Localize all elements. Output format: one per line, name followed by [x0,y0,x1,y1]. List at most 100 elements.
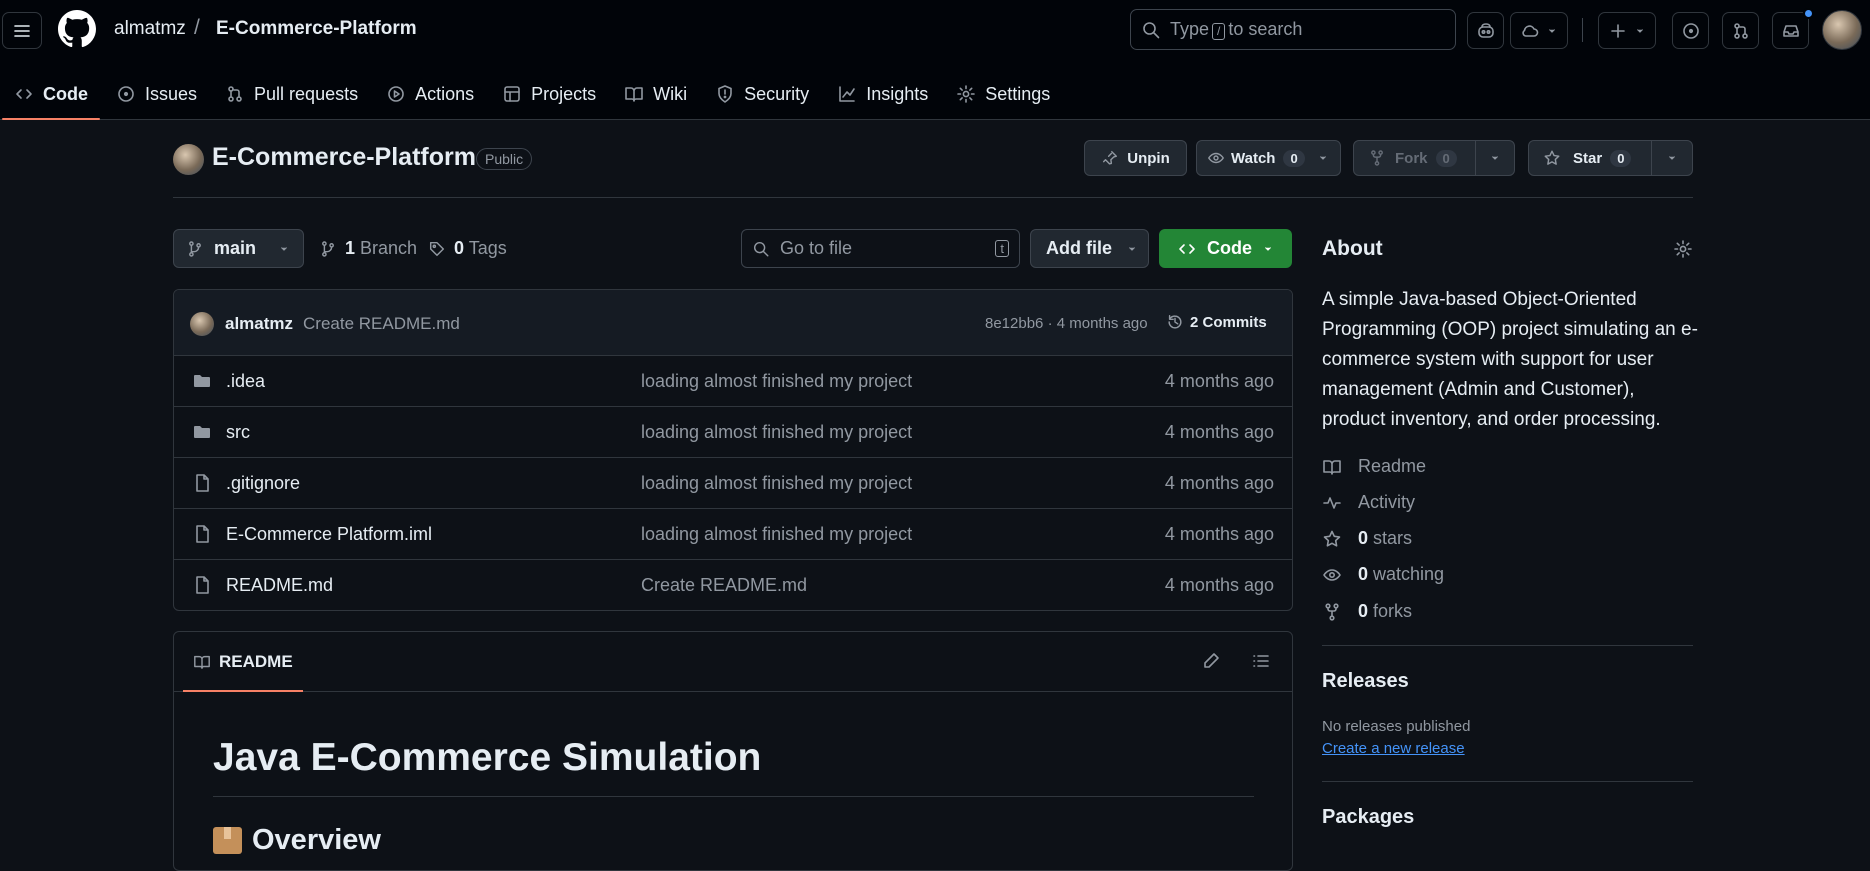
commit-count: 2 Commits [1190,313,1267,331]
file-commit-message[interactable]: loading almost finished my project [641,524,912,545]
watching-link[interactable]: 0 watching [1322,564,1444,585]
star-button[interactable]: Star 0 [1528,140,1652,176]
tab-issues-label: Issues [145,83,198,104]
tab-code[interactable]: Code [0,68,102,120]
copilot-button[interactable] [1467,12,1504,49]
go-to-file-input[interactable]: Go to file t [741,229,1020,268]
folder-icon [194,375,210,387]
tags-link[interactable]: 0 Tags [428,238,507,259]
repo-title[interactable]: E-Commerce-Platform [212,143,476,172]
tab-projects[interactable]: Projects [488,68,610,120]
about-title: About [1322,237,1383,260]
file-commit-message[interactable]: Create README.md [641,575,807,596]
file-age: 4 months ago [1164,473,1274,493]
stars-link[interactable]: 0 stars [1322,528,1412,549]
global-search-input[interactable]: Type / to search [1130,9,1456,50]
readme-link[interactable]: Readme [1322,456,1426,477]
tag-label: Tags [468,238,507,258]
gear-icon[interactable] [1673,239,1693,259]
github-logo[interactable] [58,10,96,48]
table-row[interactable]: README.md Create README.md 4 months ago [174,560,1292,610]
fork-icon [1371,150,1383,166]
file-name[interactable]: src [226,422,250,443]
file-name[interactable]: README.md [226,575,333,596]
chevron-down-icon [1265,246,1271,251]
code-button-label: Code [1207,238,1252,258]
issues-button[interactable] [1672,12,1709,49]
star-label: Star [1573,149,1603,167]
tab-pull-requests[interactable]: Pull requests [211,68,372,120]
graph-icon [839,86,855,102]
tab-settings[interactable]: Settings [942,68,1064,120]
commit-hash-time[interactable]: 8e12bb6 · 4 months ago [985,315,1148,332]
commits-link[interactable]: 2 Commits [1166,312,1267,332]
tab-actions[interactable]: Actions [372,68,488,120]
tab-readme[interactable]: README [183,632,303,692]
fork-dropdown[interactable] [1475,140,1515,176]
list-icon[interactable] [1251,651,1271,671]
unpin-button[interactable]: Unpin [1084,140,1187,176]
file-age: 4 months ago [1164,575,1274,595]
file-commit-message[interactable]: loading almost finished my project [641,422,912,443]
branches-link[interactable]: 1 Branch [319,238,417,259]
tab-code-label: Code [43,83,88,104]
breadcrumb-repo[interactable]: E-Commerce-Platform [216,18,417,40]
file-age: 4 months ago [1164,371,1274,391]
search-icon [753,241,769,256]
shield-icon [718,85,732,103]
table-row[interactable]: E-Commerce Platform.iml loading almost f… [174,509,1292,560]
chevron-down-icon [1637,28,1643,33]
commit-author-avatar[interactable] [190,312,214,336]
table-row[interactable]: .gitignore loading almost finished my pr… [174,458,1292,509]
chevron-down-icon [1129,246,1135,251]
table-row[interactable]: .idea loading almost finished my project… [174,356,1292,407]
file-name[interactable]: .idea [226,371,265,392]
activity-link[interactable]: Activity [1322,492,1415,513]
search-text-pre: Type [1170,19,1210,39]
play-icon [388,86,404,102]
header-divider [1582,18,1583,42]
pencil-icon[interactable] [1201,651,1221,671]
create-new-dropdown[interactable] [1598,12,1656,49]
tab-security[interactable]: Security [701,68,823,120]
repo-owner-avatar[interactable] [173,144,204,175]
star-list-dropdown[interactable] [1651,140,1693,176]
file-name[interactable]: E-Commerce Platform.iml [226,524,432,545]
repo-header: E-Commerce-Platform Public Unpin Watch 0… [173,140,1693,198]
add-file-button[interactable]: Add file [1030,229,1149,268]
tab-actions-label: Actions [415,83,475,104]
table-row[interactable]: src loading almost finished my project 4… [174,407,1292,458]
tab-security-label: Security [744,83,810,104]
sidebar-divider [1322,645,1693,646]
packages-title[interactable]: Packages [1322,806,1414,829]
fork-label: Fork [1395,149,1428,167]
menu-button[interactable] [2,12,42,49]
pull-requests-button[interactable] [1722,12,1759,49]
tab-issues[interactable]: Issues [102,68,211,120]
releases-title[interactable]: Releases [1322,670,1409,693]
code-button[interactable]: Code [1159,229,1292,268]
branch-label: Branch [360,238,418,258]
file-age: 4 months ago [1164,524,1274,544]
watch-button[interactable]: Watch 0 [1196,140,1341,176]
create-release-link[interactable]: Create a new release [1322,740,1465,757]
commit-author[interactable]: almatmz [225,314,293,334]
inbox-button[interactable] [1772,12,1809,49]
tab-settings-label: Settings [985,83,1051,104]
tab-insights-label: Insights [866,83,929,104]
file-commit-message[interactable]: loading almost finished my project [641,371,912,392]
forks-link[interactable]: 0 forks [1322,601,1412,622]
file-commit-message[interactable]: loading almost finished my project [641,473,912,494]
tab-wiki[interactable]: Wiki [610,68,701,120]
tab-insights[interactable]: Insights [823,68,942,120]
branch-selector[interactable]: main [173,229,304,268]
file-name[interactable]: .gitignore [226,473,300,494]
chevron-down-icon [1669,156,1675,160]
readme-heading: Java E-Commerce Simulation [213,736,1254,797]
commit-message[interactable]: Create README.md [303,314,460,334]
book-icon [194,655,210,670]
breadcrumb-owner[interactable]: almatmz [114,18,186,40]
user-avatar[interactable] [1822,10,1862,50]
codespaces-dropdown[interactable] [1510,12,1568,49]
latest-commit-bar: almatmz Create README.md 8e12bb6 · 4 mon… [174,290,1292,356]
